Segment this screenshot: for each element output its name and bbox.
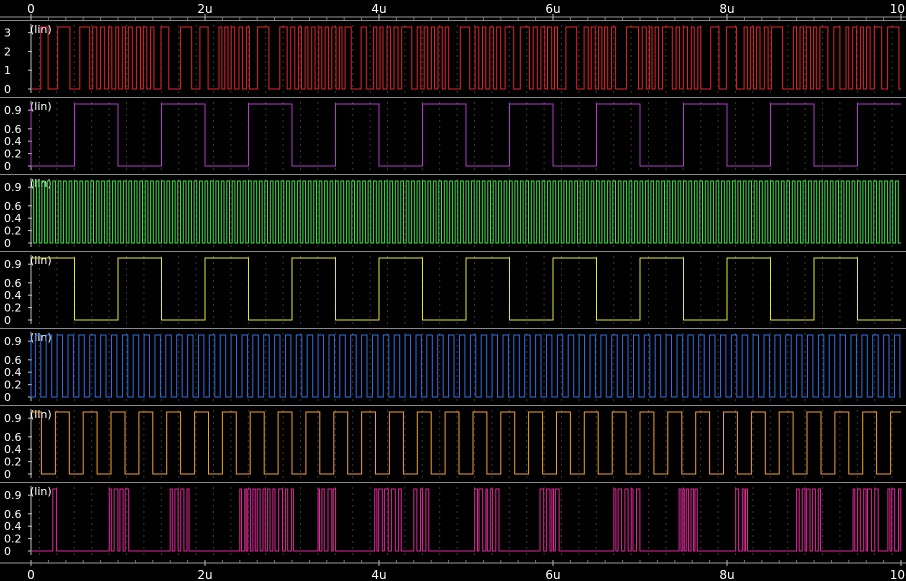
y-axis-tick-label: 0.4 — [4, 289, 22, 302]
top-axis-tick-label: 10 — [890, 2, 905, 16]
y-axis-tick-label: 0.2 — [4, 379, 22, 392]
y-axis-tick-label: 0.2 — [4, 302, 22, 315]
y-axis-tick-label: 0.6 — [4, 508, 22, 521]
signal-trace-4 — [31, 257, 901, 321]
scale-mode-label: (lin) — [30, 254, 52, 267]
signal-trace-2 — [30, 103, 901, 167]
top-axis-tick-label: 6u — [545, 2, 560, 16]
y-axis-tick-label: 3 — [4, 27, 11, 40]
y-axis-tick-label: 0 — [4, 314, 11, 327]
scale-mode-label: (lin) — [30, 485, 52, 498]
y-axis-tick-label: 1 — [4, 64, 11, 77]
y-axis-tick-label: 0.4 — [4, 443, 22, 456]
y-axis-tick-label: 0 — [4, 391, 11, 404]
scale-mode-label: (lin) — [30, 100, 52, 113]
y-axis-tick-label: 0.9 — [4, 489, 22, 502]
y-axis-tick-label: 0.6 — [4, 200, 22, 213]
waveform-viewer[interactable]: 0 2u 4u 6u 8u 10 0 2u 4u 6u 8u 10 3210(lin)0.90.60… — [0, 0, 906, 581]
scale-mode-label: (lin) — [30, 408, 52, 421]
y-axis-tick-label: 0.2 — [4, 533, 22, 546]
y-axis-tick-label: 0.6 — [4, 354, 22, 367]
bottom-axis-tick-label: 8u — [719, 568, 734, 581]
y-axis-tick-label: 0 — [4, 545, 11, 558]
y-axis-tick-label: 0.4 — [4, 366, 22, 379]
y-axis-tick-label: 0 — [4, 160, 11, 173]
bottom-axis-tick-label: 4u — [371, 568, 386, 581]
y-axis-tick-label: 2 — [4, 45, 11, 58]
y-axis-tick-label: 0.2 — [4, 456, 22, 469]
y-axis-tick-label: 0 — [4, 83, 11, 96]
bottom-axis-tick-label: 10 — [890, 568, 905, 581]
bottom-axis-tick-label: 0 — [27, 568, 35, 581]
y-axis-tick-label: 0.9 — [4, 181, 22, 194]
signal-trace-3 — [31, 180, 901, 244]
top-axis-tick-label: 4u — [371, 2, 386, 16]
y-axis-tick-label: 0.2 — [4, 148, 22, 161]
y-axis-tick-label: 0.6 — [4, 123, 22, 136]
top-axis-tick-label: 8u — [719, 2, 734, 16]
bottom-axis-tick-label: 2u — [197, 568, 212, 581]
y-axis-tick-label: 0.9 — [4, 258, 22, 271]
y-axis-tick-label: 0 — [4, 468, 11, 481]
top-axis-tick-label: 2u — [197, 2, 212, 16]
top-axis-tick-label: 0 — [27, 2, 35, 16]
y-axis-tick-label: 0.9 — [4, 412, 22, 425]
y-axis-tick-label: 0.9 — [4, 104, 22, 117]
y-axis-tick-label: 0.2 — [4, 225, 22, 238]
y-axis-tick-label: 0 — [4, 237, 11, 250]
y-axis-tick-label: 0.4 — [4, 212, 22, 225]
y-axis-tick-label: 0.4 — [4, 135, 22, 148]
y-axis-tick-label: 0.6 — [4, 277, 22, 290]
y-axis-tick-label: 0.9 — [4, 335, 22, 348]
y-axis-tick-label: 0.4 — [4, 520, 22, 533]
y-axis-tick-label: 0.6 — [4, 431, 22, 444]
bottom-axis-tick-label: 6u — [545, 568, 560, 581]
